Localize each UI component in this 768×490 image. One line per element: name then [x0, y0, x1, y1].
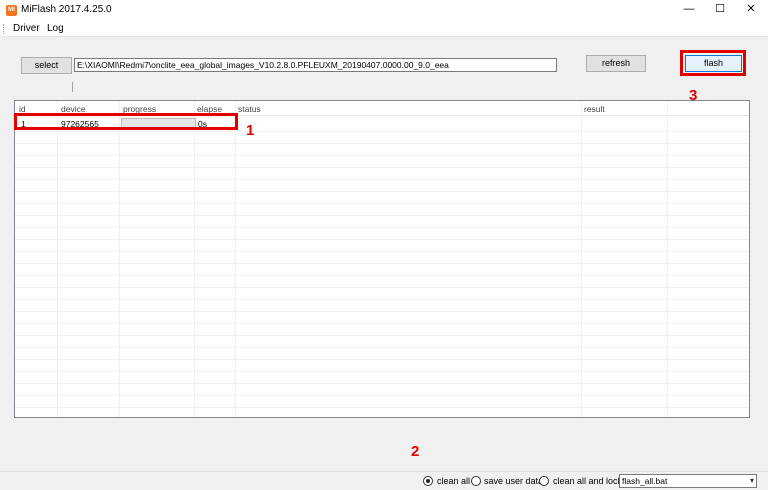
save-user-data-label[interactable]: save user data: [484, 476, 543, 486]
menu-bar: Driver Log: [0, 20, 768, 37]
row-divider: [15, 335, 749, 336]
clean-all-and-lock-label[interactable]: clean all and lock: [553, 476, 622, 486]
clean-all-and-lock-radio[interactable]: [539, 476, 549, 486]
clean-all-label[interactable]: clean all: [437, 476, 470, 486]
row-divider: [15, 143, 749, 144]
row-divider: [15, 407, 749, 408]
annotation-number-3: 3: [689, 87, 698, 104]
row-divider: [15, 131, 749, 132]
row-divider: [15, 299, 749, 300]
flash-script-value: flash_all.bat: [622, 476, 668, 486]
title-bar: MI MiFlash 2017.4.25.0 — ☐ ✕: [0, 0, 768, 20]
annotation-box-1: [14, 113, 238, 130]
toolbar-separator: [72, 82, 73, 92]
row-divider: [15, 203, 749, 204]
row-divider: [15, 191, 749, 192]
close-icon[interactable]: ✕: [736, 0, 766, 20]
minimize-icon[interactable]: —: [674, 0, 704, 20]
row-divider: [15, 395, 749, 396]
menu-log[interactable]: Log: [47, 23, 64, 34]
clean-all-radio[interactable]: [423, 476, 433, 486]
refresh-button[interactable]: refresh: [586, 55, 646, 72]
flash-script-select[interactable]: flash_all.bat ▾: [619, 474, 757, 488]
annotation-box-3: [680, 50, 746, 76]
row-divider: [15, 155, 749, 156]
menu-grip-icon: [3, 24, 5, 34]
window-title: MiFlash 2017.4.25.0: [21, 4, 112, 15]
device-table[interactable]: id device progress elapse status result …: [14, 100, 750, 418]
row-divider: [15, 287, 749, 288]
row-divider: [15, 323, 749, 324]
rom-path-field[interactable]: E:\XIAOMI\Redmi7\onclite_eea_global_imag…: [74, 58, 557, 72]
row-divider: [15, 239, 749, 240]
header-status[interactable]: status: [238, 104, 261, 114]
header-result[interactable]: result: [584, 104, 605, 114]
select-button[interactable]: select: [21, 57, 72, 74]
row-divider: [15, 275, 749, 276]
row-divider: [15, 347, 749, 348]
row-divider: [15, 371, 749, 372]
row-divider: [15, 383, 749, 384]
row-divider: [15, 215, 749, 216]
row-divider: [15, 251, 749, 252]
row-divider: [15, 263, 749, 264]
row-divider: [15, 311, 749, 312]
row-divider: [15, 227, 749, 228]
annotation-number-2: 2: [411, 443, 420, 460]
save-user-data-radio[interactable]: [471, 476, 481, 486]
radio-selected-dot: [426, 479, 430, 483]
chevron-down-icon[interactable]: ▾: [750, 475, 754, 487]
maximize-icon[interactable]: ☐: [705, 0, 735, 20]
row-divider: [15, 359, 749, 360]
row-divider: [15, 167, 749, 168]
menu-driver[interactable]: Driver: [13, 23, 40, 34]
row-divider: [15, 179, 749, 180]
miflash-app-icon: MI: [6, 5, 17, 16]
annotation-number-1: 1: [246, 122, 255, 139]
